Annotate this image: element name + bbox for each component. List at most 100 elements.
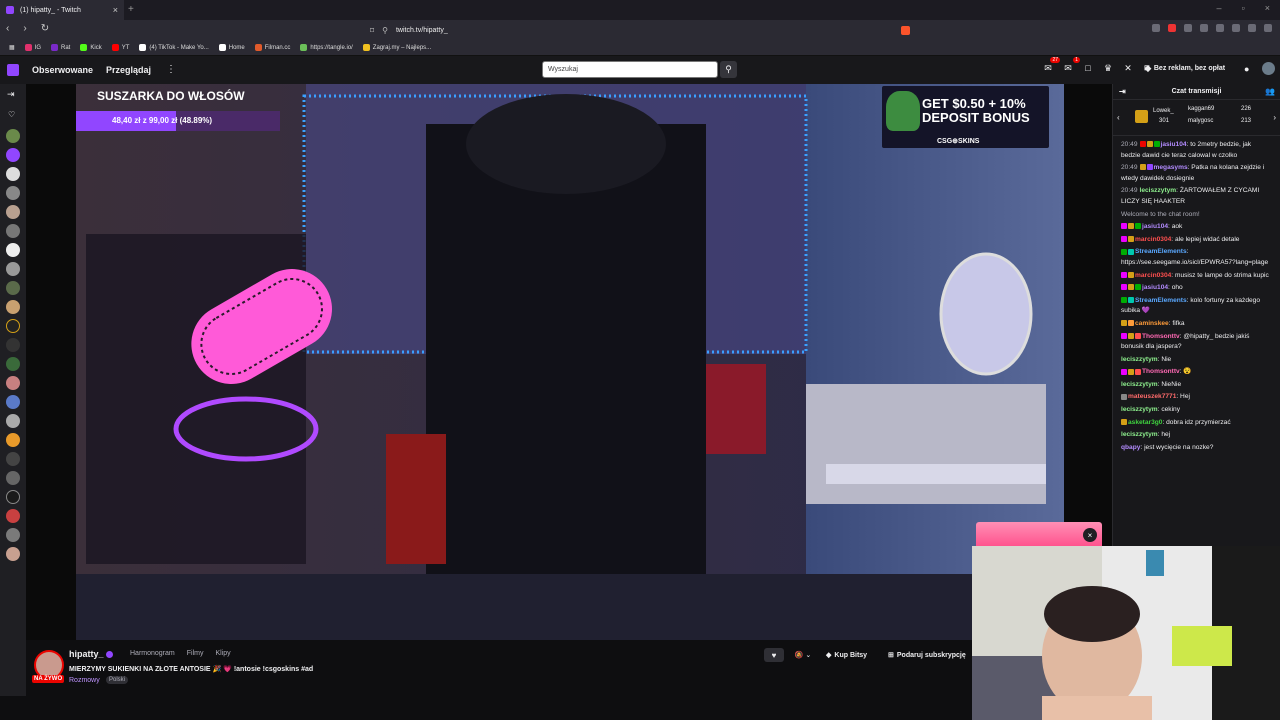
tab-videos[interactable]: Filmy bbox=[187, 650, 204, 657]
prime-icon[interactable]: ♛ bbox=[1102, 62, 1114, 74]
bookmark-item[interactable]: YT bbox=[107, 44, 135, 51]
sidebar-channel-avatar[interactable] bbox=[6, 167, 20, 181]
sidebar-channel-avatar[interactable] bbox=[6, 224, 20, 238]
minimize-icon[interactable]: – bbox=[1217, 3, 1222, 13]
chat-badge-icon[interactable] bbox=[1121, 223, 1127, 230]
sidebar-channel-avatar[interactable] bbox=[6, 395, 20, 409]
chat-username[interactable]: leciszzytym bbox=[1121, 406, 1158, 413]
chat-username[interactable]: marcin0304 bbox=[1135, 236, 1171, 243]
twitch-logo-icon[interactable] bbox=[7, 64, 19, 76]
user-avatar[interactable] bbox=[1262, 62, 1275, 75]
reload-icon[interactable]: ↻ bbox=[41, 23, 49, 34]
drop-icon[interactable]: ● bbox=[1244, 64, 1249, 74]
chat-username[interactable]: leciszzytym bbox=[1121, 381, 1158, 388]
chat-username[interactable]: leciszzytym bbox=[1121, 356, 1158, 363]
extension-icon[interactable] bbox=[1152, 24, 1160, 32]
chat-badge-icon[interactable] bbox=[1135, 332, 1141, 339]
notifications-icon[interactable]: ✉ 27 bbox=[1042, 57, 1060, 74]
sidebar-channel-avatar[interactable] bbox=[6, 319, 20, 333]
sidebar-channel-avatar[interactable] bbox=[6, 509, 20, 523]
tab-schedule[interactable]: Harmonogram bbox=[130, 650, 175, 657]
sidebar-channel-avatar[interactable] bbox=[6, 357, 20, 371]
bookmark-item[interactable]: https://tangle.io/ bbox=[295, 44, 357, 51]
chat-badge-icon[interactable] bbox=[1121, 368, 1127, 375]
chat-username[interactable]: marcin0304 bbox=[1135, 272, 1171, 279]
chat-username[interactable]: StreamElements bbox=[1135, 248, 1187, 255]
url-field[interactable]: ⌑ ⚲ twitch.tv/hipatty_ bbox=[370, 22, 910, 38]
nav-browse[interactable]: Przeglądaj bbox=[106, 65, 151, 75]
whispers-icon[interactable]: ✉ 1 bbox=[1062, 57, 1080, 74]
sidebar-channel-avatar[interactable] bbox=[6, 281, 20, 295]
chat-badge-icon[interactable] bbox=[1128, 271, 1134, 278]
chat-username[interactable]: jasiu104 bbox=[1161, 141, 1187, 148]
chat-badge-icon[interactable] bbox=[1121, 271, 1127, 278]
search-input[interactable]: Wyszukaj bbox=[542, 61, 718, 78]
chat-username[interactable]: StreamElements bbox=[1135, 297, 1187, 304]
more-menu-icon[interactable]: ⋮ bbox=[166, 64, 176, 75]
stream-tag[interactable]: Polski bbox=[106, 676, 129, 684]
tools-icon[interactable]: ✕ bbox=[1122, 62, 1134, 74]
chat-badge-icon[interactable] bbox=[1121, 320, 1127, 327]
forward-icon[interactable]: › bbox=[23, 23, 26, 34]
leaderboard-prev-icon[interactable]: ‹ bbox=[1117, 113, 1120, 122]
extension-icon[interactable] bbox=[1248, 24, 1256, 32]
chat-badge-icon[interactable] bbox=[1128, 368, 1134, 375]
chat-badge-icon[interactable] bbox=[1128, 320, 1134, 327]
sidebar-channel-avatar[interactable] bbox=[6, 205, 20, 219]
brave-shield-icon[interactable] bbox=[901, 25, 910, 35]
chat-username[interactable]: jasiu104 bbox=[1142, 223, 1168, 230]
sidebar-channel-avatar[interactable] bbox=[6, 300, 20, 314]
extension-icon[interactable] bbox=[1200, 24, 1208, 32]
chat-badge-icon[interactable] bbox=[1128, 236, 1134, 242]
chat-username[interactable]: jasiu104 bbox=[1142, 284, 1168, 291]
chat-username[interactable]: caminskee bbox=[1135, 320, 1169, 327]
chat-badge-icon[interactable] bbox=[1128, 332, 1134, 339]
sidebar-channel-avatar[interactable] bbox=[6, 547, 20, 561]
inbox-icon[interactable]: □ bbox=[1082, 62, 1094, 74]
channel-name[interactable]: hipatty_ bbox=[69, 649, 104, 659]
bookmark-item[interactable]: Home bbox=[214, 44, 250, 51]
new-tab-button[interactable]: + bbox=[128, 4, 134, 15]
chat-username[interactable]: mateuszek7771 bbox=[1128, 393, 1176, 400]
chat-badge-icon[interactable] bbox=[1128, 248, 1134, 255]
sidebar-channel-avatar[interactable] bbox=[6, 243, 20, 257]
menu-icon[interactable] bbox=[1264, 24, 1272, 32]
site-info-icon[interactable]: ⚲ bbox=[382, 26, 388, 35]
extension-icon[interactable] bbox=[1184, 24, 1192, 32]
nav-following[interactable]: Obserwowane bbox=[32, 65, 93, 75]
extension-icon[interactable] bbox=[1232, 24, 1240, 32]
chat-username[interactable]: megasyms bbox=[1154, 164, 1188, 171]
sidebar-channel-avatar[interactable] bbox=[6, 433, 20, 447]
chat-username[interactable]: Thomsonttv bbox=[1142, 368, 1180, 375]
sidebar-channel-avatar[interactable] bbox=[6, 376, 20, 390]
leaderboard-next-icon[interactable]: › bbox=[1273, 113, 1276, 122]
notification-toggle-icon[interactable]: 🔕 ⌄ bbox=[790, 648, 816, 662]
chat-badge-icon[interactable] bbox=[1146, 141, 1153, 148]
buy-bits-button[interactable]: ◆ Kup Bitsy bbox=[822, 648, 871, 662]
chat-badge-icon[interactable] bbox=[1121, 393, 1127, 400]
sidebar-channel-avatar[interactable] bbox=[6, 471, 20, 485]
chat-username[interactable]: leciszzytym bbox=[1140, 187, 1177, 194]
sidebar-expand-icon[interactable]: ⇥ bbox=[7, 89, 15, 100]
chat-badge-icon[interactable] bbox=[1121, 296, 1127, 303]
window-close-icon[interactable]: × bbox=[1265, 3, 1270, 13]
maximize-icon[interactable]: ▫ bbox=[1242, 3, 1245, 13]
chat-badge-icon[interactable] bbox=[1121, 418, 1127, 425]
chat-badge-icon[interactable] bbox=[1139, 164, 1146, 171]
sidebar-channel-avatar[interactable] bbox=[6, 129, 20, 143]
bookmark-item[interactable]: (4) TikTok - Make Yo... bbox=[134, 44, 213, 51]
chat-badge-icon[interactable] bbox=[1121, 332, 1127, 339]
chat-badge-icon[interactable] bbox=[1139, 141, 1146, 148]
bookmark-item[interactable]: Kick bbox=[75, 44, 106, 51]
bookmark-icon[interactable]: ⌑ bbox=[370, 26, 374, 35]
sidebar-channel-avatar[interactable] bbox=[6, 262, 20, 276]
gift-sub-button[interactable]: ⊞ Podaruj subskrypcję bbox=[884, 648, 970, 662]
chat-username[interactable]: Thomsonttv bbox=[1142, 333, 1180, 340]
back-icon[interactable]: ‹ bbox=[6, 23, 9, 34]
bookmark-item[interactable]: Rat bbox=[46, 44, 75, 51]
extension-icon[interactable] bbox=[1168, 24, 1176, 32]
extension-icon[interactable] bbox=[1216, 24, 1224, 32]
chat-badge-icon[interactable] bbox=[1135, 223, 1141, 230]
chat-badge-icon[interactable] bbox=[1128, 223, 1134, 230]
video-player[interactable] bbox=[26, 84, 1112, 640]
